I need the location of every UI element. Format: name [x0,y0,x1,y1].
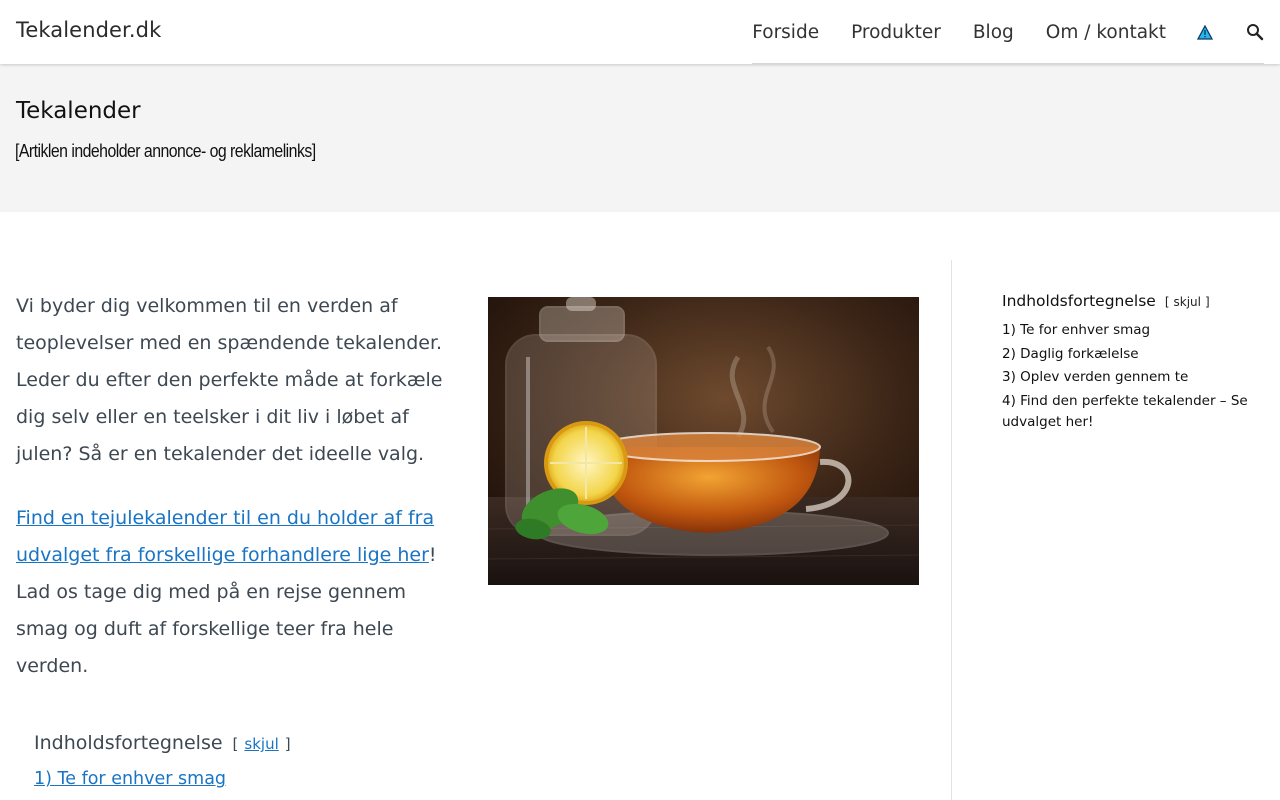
site-title-link[interactable]: Tekalender.dk [16,18,161,42]
sidebar-toc: Indholdsfortegnelse [ skjul] 1) Te for en… [1002,292,1252,435]
sidebar-toc-item-3[interactable]: 3) Oplev verden gennem te [1002,367,1252,388]
main-content: Vi byder dig velkommen til en verden af … [0,212,951,800]
tea-cup-image [488,297,919,585]
intro-text: Vi byder dig velkommen til en verden af … [16,288,456,712]
sidebar-toc-title: Indholdsfortegnelse [1002,292,1156,310]
nav-item-forside[interactable]: Forside [752,22,819,43]
sidebar-toc-hide-link[interactable]: skjul [1174,295,1201,309]
toc-main-bracket-open: [ [232,735,239,753]
search-icon[interactable] [1246,23,1264,41]
site-header: Tekalender.dk Forside Produkter Blog Om … [0,0,1280,64]
toc-main-hide-link[interactable]: skjul [244,735,278,753]
toc-main: Indholdsfortegnelse [ skjul] 1) Te for en… [34,732,734,789]
sidebar-toc-header: Indholdsfortegnelse [ skjul] [1002,292,1252,310]
sidebar-toc-list: 1) Te for enhver smag 2) Daglig forkælel… [1002,320,1252,433]
toc-main-title: Indholdsfortegnelse [34,732,223,754]
sidebar-toc-item-4[interactable]: 4) Find den perfekte tekalender – Se udv… [1002,391,1252,433]
journey-text: Lad os tage dig med på en rejse gennem s… [16,581,407,677]
sidebar-toc-bracket-close: ] [1204,295,1210,309]
page-title: Tekalender [16,98,141,124]
sidebar-toc-item-2[interactable]: 2) Daglig forkælelse [1002,344,1252,365]
main-nav: Forside Produkter Blog Om / kontakt [752,0,1264,64]
sidebar-toc-toggle-wrapper: [ skjul] [1165,295,1210,309]
link-exclamation: ! [428,544,437,566]
sidebar-divider [951,260,952,800]
ad-disclaimer: [Artiklen indeholder annonce- og reklame… [15,141,316,161]
nav-item-produkter[interactable]: Produkter [851,22,941,43]
intro-paragraph: Vi byder dig velkommen til en verden af … [16,295,443,465]
page-title-band: Tekalender [Artiklen indeholder annonce-… [0,64,1280,212]
toc-main-item-1-link[interactable]: 1) Te for enhver smag [34,769,226,789]
link-paragraph: Find en tejulekalender til en du holder … [16,500,456,685]
toc-main-item: 1) Te for enhver smag [34,769,734,789]
toc-main-header: Indholdsfortegnelse [ skjul] [34,732,734,754]
toc-main-toggle-wrapper: [ skjul] [233,735,291,753]
tejulekalender-link[interactable]: Find en tejulekalender til en du holder … [16,507,434,566]
nav-underline-divider [752,63,1264,64]
sidebar-toc-item-1[interactable]: 1) Te for enhver smag [1002,320,1252,341]
sidebar-toc-bracket-open: [ [1164,295,1170,309]
warning-triangle-icon[interactable] [1196,23,1214,41]
nav-item-om-kontakt[interactable]: Om / kontakt [1046,22,1166,43]
nav-item-blog[interactable]: Blog [973,22,1014,43]
toc-main-bracket-close: ] [284,735,291,753]
